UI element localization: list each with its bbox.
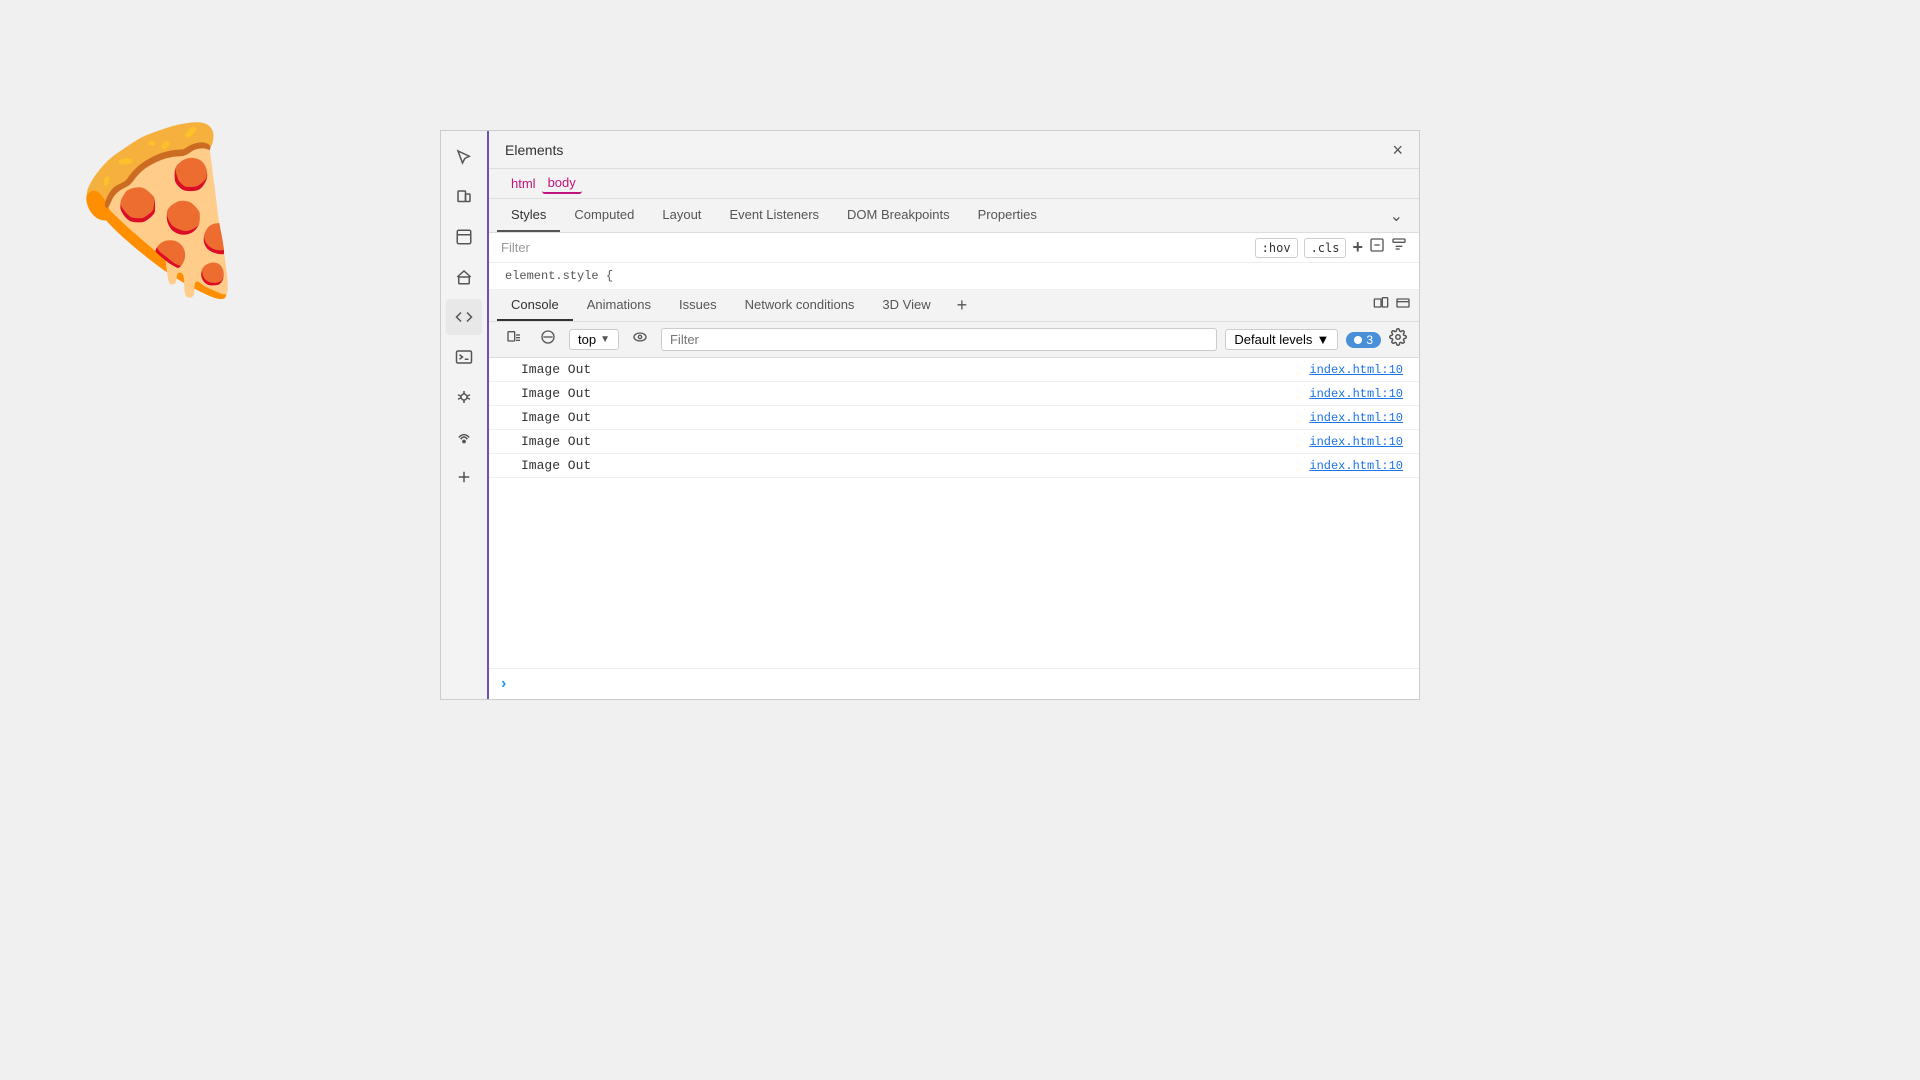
dock-icon-button[interactable] bbox=[1373, 295, 1389, 316]
console-tabs-row: Console Animations Issues Network condit… bbox=[489, 290, 1419, 322]
console-message-text: Image Out bbox=[521, 362, 591, 377]
tab-animations[interactable]: Animations bbox=[573, 290, 665, 321]
console-row: Image Out index.html:10 bbox=[489, 430, 1419, 454]
frame-selector-arrow: ▼ bbox=[600, 334, 610, 345]
console-row-link[interactable]: index.html:10 bbox=[1309, 459, 1403, 473]
home-icon[interactable] bbox=[446, 259, 482, 295]
tab-issues[interactable]: Issues bbox=[665, 290, 731, 321]
message-count-badge: 3 bbox=[1346, 332, 1381, 348]
tab-layout[interactable]: Layout bbox=[648, 199, 715, 232]
code-icon[interactable] bbox=[446, 299, 482, 335]
tab-properties[interactable]: Properties bbox=[964, 199, 1051, 232]
tab-3d-view[interactable]: 3D View bbox=[868, 290, 944, 321]
console-row-link[interactable]: index.html:10 bbox=[1309, 435, 1403, 449]
prompt-chevron[interactable]: › bbox=[501, 675, 506, 693]
console-filter-input[interactable] bbox=[661, 328, 1217, 351]
network-icon[interactable] bbox=[446, 419, 482, 455]
inspect-computed-button[interactable] bbox=[1391, 237, 1407, 258]
terminal-icon[interactable] bbox=[446, 339, 482, 375]
breadcrumb-body[interactable]: body bbox=[542, 173, 582, 194]
console-message-text: Image Out bbox=[521, 410, 591, 425]
devtools-sidebar bbox=[441, 131, 489, 699]
hov-button[interactable]: :hov bbox=[1255, 238, 1298, 258]
styles-filter-row: :hov .cls + bbox=[489, 233, 1419, 263]
console-output: Image Out index.html:10 Image Out index.… bbox=[489, 358, 1419, 668]
tabs-more-chevron[interactable]: ⌄ bbox=[1382, 202, 1411, 230]
styles-filter-input[interactable] bbox=[501, 240, 1247, 255]
add-style-button[interactable]: + bbox=[1352, 237, 1363, 258]
tab-computed[interactable]: Computed bbox=[560, 199, 648, 232]
console-prompt: › bbox=[489, 668, 1419, 699]
pizza-image: 🍕 bbox=[60, 130, 280, 350]
panel-title: Elements bbox=[505, 142, 563, 158]
console-row-link[interactable]: index.html:10 bbox=[1309, 363, 1403, 377]
devtools-main: Elements × html body Styles Computed Lay… bbox=[489, 131, 1419, 699]
no-entry-button[interactable] bbox=[535, 326, 561, 353]
console-row: Image Out index.html:10 bbox=[489, 382, 1419, 406]
levels-label: Default levels bbox=[1234, 332, 1312, 347]
element-style-code: element.style { bbox=[489, 263, 1419, 290]
cursor-icon[interactable] bbox=[446, 139, 482, 175]
tab-dom-breakpoints[interactable]: DOM Breakpoints bbox=[833, 199, 964, 232]
breadcrumb: html body bbox=[489, 169, 1419, 199]
bug-icon[interactable] bbox=[446, 379, 482, 415]
device-icon[interactable] bbox=[446, 179, 482, 215]
console-message-text: Image Out bbox=[521, 434, 591, 449]
console-row-link[interactable]: index.html:10 bbox=[1309, 411, 1403, 425]
console-row-link[interactable]: index.html:10 bbox=[1309, 387, 1403, 401]
message-count: 3 bbox=[1366, 333, 1373, 347]
styles-tabs-row: Styles Computed Layout Event Listeners D… bbox=[489, 199, 1419, 233]
tab-network-conditions[interactable]: Network conditions bbox=[731, 290, 869, 321]
close-button[interactable]: × bbox=[1392, 141, 1403, 159]
console-add-tab[interactable]: + bbox=[949, 291, 976, 320]
top-label: top bbox=[578, 332, 596, 347]
plus-more-icon[interactable] bbox=[446, 459, 482, 495]
pizza-emoji: 🍕 bbox=[60, 120, 259, 299]
console-tab-actions bbox=[1373, 295, 1411, 316]
clear-console-button[interactable] bbox=[501, 326, 527, 353]
badge-dot bbox=[1354, 336, 1362, 344]
breadcrumb-html[interactable]: html bbox=[505, 174, 542, 193]
panel-header: Elements × bbox=[489, 131, 1419, 169]
new-style-rule-button[interactable] bbox=[1369, 237, 1385, 258]
tab-styles[interactable]: Styles bbox=[497, 199, 560, 232]
undock-icon-button[interactable] bbox=[1395, 295, 1411, 316]
tab-event-listeners[interactable]: Event Listeners bbox=[715, 199, 833, 232]
console-message-text: Image Out bbox=[521, 458, 591, 473]
frame-selector[interactable]: top ▼ bbox=[569, 329, 619, 350]
eye-button[interactable] bbox=[627, 326, 653, 353]
console-message-text: Image Out bbox=[521, 386, 591, 401]
tab-console[interactable]: Console bbox=[497, 290, 573, 321]
inspector-icon[interactable] bbox=[446, 219, 482, 255]
filter-actions: :hov .cls + bbox=[1255, 237, 1407, 258]
console-row: Image Out index.html:10 bbox=[489, 454, 1419, 478]
cls-button[interactable]: .cls bbox=[1304, 238, 1347, 258]
console-row: Image Out index.html:10 bbox=[489, 358, 1419, 382]
log-levels-selector[interactable]: Default levels ▼ bbox=[1225, 329, 1338, 350]
console-toolbar: top ▼ Default levels ▼ 3 bbox=[489, 322, 1419, 358]
levels-arrow: ▼ bbox=[1316, 332, 1329, 347]
console-row: Image Out index.html:10 bbox=[489, 406, 1419, 430]
settings-button[interactable] bbox=[1389, 328, 1407, 351]
devtools-panel: Elements × html body Styles Computed Lay… bbox=[440, 130, 1420, 700]
